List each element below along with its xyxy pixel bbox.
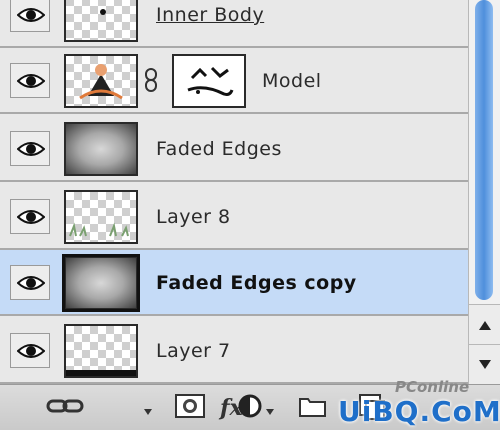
layer-name: Faded Edges copy xyxy=(156,272,357,294)
layer-row-inner-body[interactable]: Inner Body xyxy=(0,0,468,48)
add-layer-mask-button[interactable] xyxy=(174,391,208,421)
visibility-toggle[interactable] xyxy=(10,265,50,300)
layer-name: Faded Edges xyxy=(156,138,282,160)
layer-thumbnail xyxy=(64,190,138,244)
eye-icon xyxy=(17,8,45,22)
layer-row-model[interactable]: Model xyxy=(0,48,468,114)
layer-thumbnail xyxy=(64,122,138,176)
eye-icon xyxy=(17,210,45,224)
vertical-scrollbar[interactable] xyxy=(468,0,500,384)
new-group-button[interactable] xyxy=(298,391,328,421)
layer-row-faded-edges-copy[interactable]: Faded Edges copy xyxy=(0,250,468,316)
layer-name: Layer 8 xyxy=(156,206,231,228)
chevron-down-icon xyxy=(144,409,152,415)
layer-name: Inner Body xyxy=(156,4,265,26)
visibility-toggle[interactable] xyxy=(10,199,50,234)
layer-row-faded-edges[interactable]: Faded Edges xyxy=(0,116,468,182)
layer-name: Layer 7 xyxy=(156,340,231,362)
new-group-icon xyxy=(299,398,326,417)
eye-icon xyxy=(17,142,45,156)
watermark-pconline: PConline xyxy=(395,378,470,396)
layer-row-layer-7[interactable]: Layer 7 xyxy=(0,318,468,384)
visibility-toggle[interactable] xyxy=(10,131,50,166)
layer-mask-icon xyxy=(175,394,205,418)
layers-panel: Inner Body Model Faded Edges Layer 8 Fad… xyxy=(0,0,500,430)
layer-thumbnail xyxy=(64,54,138,108)
link-layers-icon xyxy=(46,399,84,413)
eye-icon xyxy=(17,276,45,290)
layer-name: Model xyxy=(262,70,322,92)
adjustment-layer-button[interactable] xyxy=(236,391,276,421)
layer-thumbnail xyxy=(64,324,138,378)
layer-thumbnail xyxy=(62,254,140,312)
arrow-up-icon xyxy=(479,321,491,330)
layers-list: Inner Body Model Faded Edges Layer 8 Fad… xyxy=(0,0,468,384)
layer-style-button[interactable]: fx xyxy=(108,391,243,421)
layer-thumbnail xyxy=(64,0,138,42)
link-chain-icon[interactable] xyxy=(144,68,158,96)
arrow-down-icon xyxy=(479,360,491,369)
eye-icon xyxy=(17,74,45,88)
watermark-uibq: UiBQ.CoM xyxy=(338,395,500,428)
eye-icon xyxy=(17,344,45,358)
scroll-up-button[interactable] xyxy=(469,304,500,344)
visibility-toggle[interactable] xyxy=(10,63,50,98)
adjustment-layer-icon xyxy=(238,394,274,418)
scroll-down-button[interactable] xyxy=(469,344,500,384)
visibility-toggle[interactable] xyxy=(10,0,50,32)
layer-mask-thumbnail[interactable] xyxy=(172,54,246,108)
layer-row-layer-8[interactable]: Layer 8 xyxy=(0,184,468,250)
visibility-toggle[interactable] xyxy=(10,333,50,368)
link-layers-button[interactable] xyxy=(46,391,86,421)
scrollbar-thumb[interactable] xyxy=(475,0,493,300)
